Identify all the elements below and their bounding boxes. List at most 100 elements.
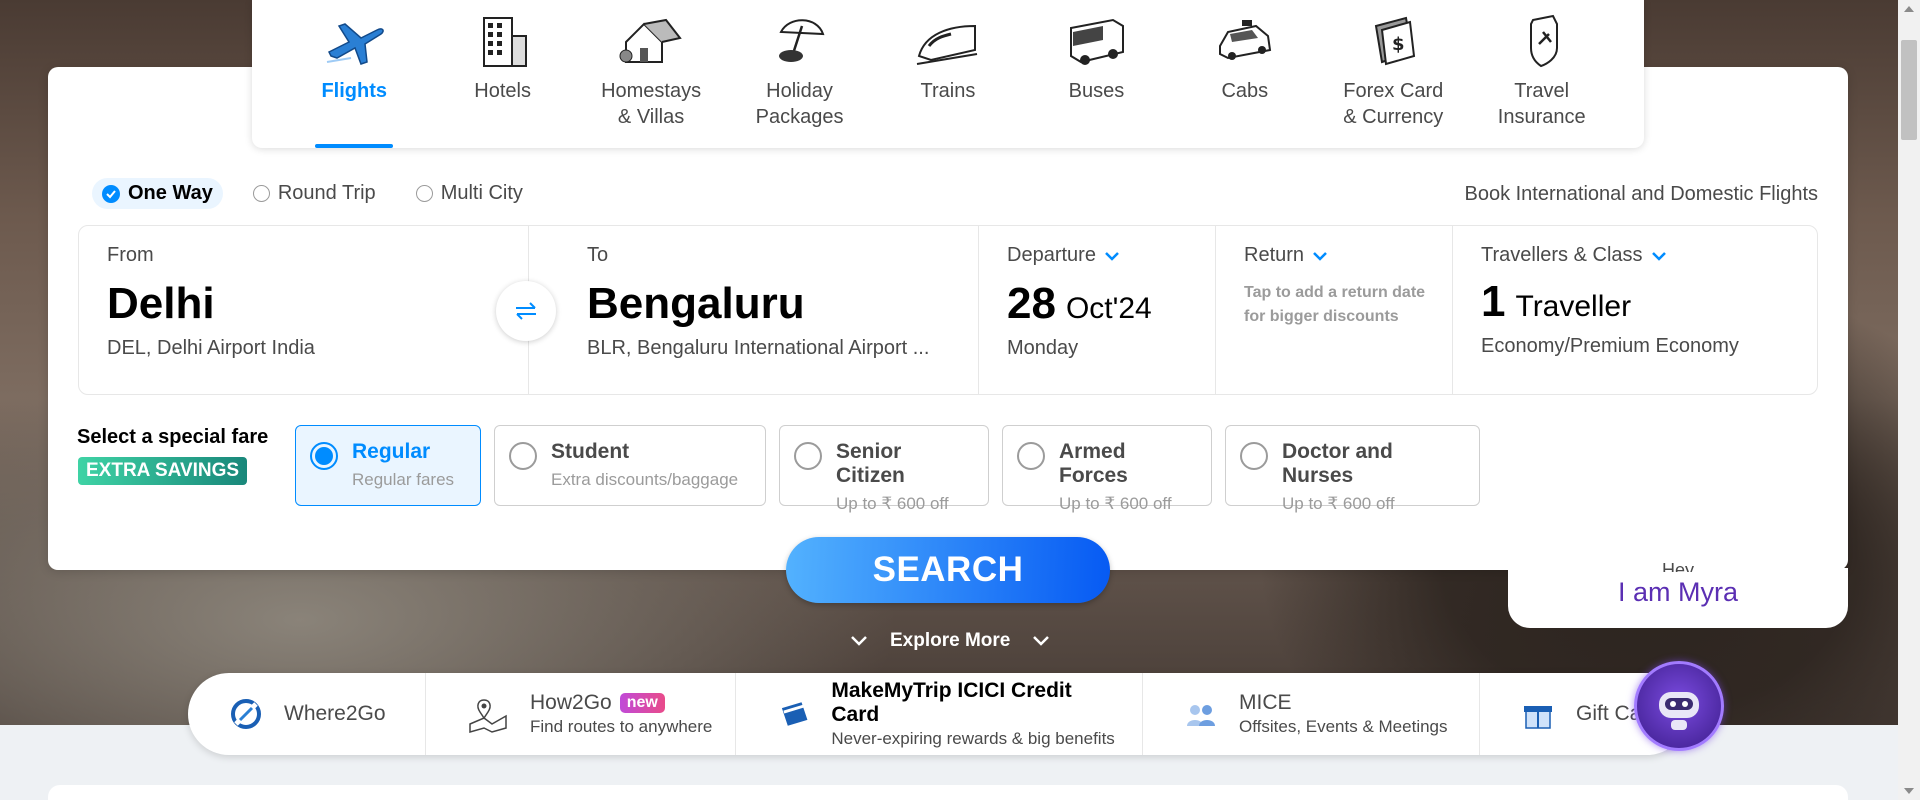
myra-bot-button[interactable] <box>1634 661 1724 751</box>
trip-type-selector: One Way Round Trip Multi City <box>92 178 533 209</box>
radio-icon <box>415 185 433 202</box>
quick-link-title: Where2Go <box>284 702 386 725</box>
new-badge: new <box>619 693 665 713</box>
mice-icon <box>1187 705 1215 726</box>
explore-more-button[interactable]: Explore More <box>850 630 1050 652</box>
credit-card-icon <box>781 702 808 726</box>
scroll-up-icon[interactable] <box>1904 6 1914 12</box>
radio-icon <box>1017 442 1045 470</box>
quick-link-title: MakeMyTrip ICICI Credit Card <box>831 679 1072 726</box>
airplane-icon <box>327 23 385 65</box>
hotel-icon <box>482 17 527 67</box>
departure-label: Departure <box>1007 244 1096 266</box>
gift-card-icon <box>1524 706 1552 729</box>
scroll-thumb[interactable] <box>1901 40 1917 140</box>
quick-link-title: How2Go <box>530 691 612 714</box>
chevron-down-icon <box>1105 251 1119 261</box>
quick-link-how2go[interactable]: How2Go new Find routes to anywhere <box>426 673 736 755</box>
from-field[interactable]: From Delhi DEL, Delhi Airport India <box>79 226 529 394</box>
fare-desc: Up to ₹ 600 off <box>1282 494 1395 513</box>
tab-forex[interactable]: $ Forex Card & Currency <box>1319 0 1467 148</box>
search-fields: From Delhi DEL, Delhi Airport India To B… <box>78 225 1818 395</box>
tab-label: Holiday Packages <box>755 80 844 128</box>
extra-savings-badge: EXTRA SAVINGS <box>78 457 248 485</box>
travellers-label: Travellers & Class <box>1481 244 1643 266</box>
myra-chat-bubble[interactable]: Hey I am Myra <box>1508 560 1848 628</box>
to-label: To <box>587 244 609 266</box>
multi-city-option[interactable]: Multi City <box>406 178 533 209</box>
beach-umbrella-icon <box>778 19 824 62</box>
return-field[interactable]: Return Tap to add a return date for bigg… <box>1216 226 1453 394</box>
departure-day: 28 <box>1007 279 1056 328</box>
tab-cabs[interactable]: Cabs <box>1171 0 1319 148</box>
travellers-field[interactable]: Travellers & Class 1 Traveller Economy/P… <box>1453 226 1817 394</box>
scroll-down-icon[interactable] <box>1904 788 1914 794</box>
tab-label: Homestays & Villas <box>601 80 702 128</box>
tab-label: Travel Insurance <box>1497 80 1586 128</box>
fare-regular[interactable]: Regular Regular fares <box>295 425 481 506</box>
explore-more-label: Explore More <box>890 630 1011 651</box>
quick-link-sub: Find routes to anywhere <box>530 717 713 736</box>
radio-icon <box>509 442 537 470</box>
page-scrollbar[interactable] <box>1898 0 1920 800</box>
tab-hotels[interactable]: Hotels <box>428 0 576 148</box>
to-field[interactable]: To Bengaluru BLR, Bengaluru Internationa… <box>529 226 979 394</box>
fare-student[interactable]: Student Extra discounts/baggage <box>494 425 766 506</box>
tab-label: Cabs <box>1221 80 1269 102</box>
fare-desc: Extra discounts/baggage <box>551 470 739 489</box>
check-icon <box>102 184 120 203</box>
lower-content-card <box>48 785 1848 800</box>
tab-buses[interactable]: Buses <box>1022 0 1170 148</box>
bus-icon <box>1070 18 1125 65</box>
radio-icon <box>794 442 822 470</box>
cab-icon <box>1218 20 1271 60</box>
fare-senior-citizen[interactable]: Senior Citizen Up to ₹ 600 off <box>779 425 989 513</box>
from-label: From <box>107 244 154 266</box>
tab-flights[interactable]: Flights <box>280 0 428 148</box>
round-trip-option[interactable]: Round Trip <box>243 178 386 209</box>
where2go-icon <box>231 699 261 729</box>
quick-links-bar: Where2Go How2Go new Find routes to anywh… <box>188 673 1688 755</box>
departure-month: Oct'24 <box>1065 292 1152 325</box>
tab-travel-insurance[interactable]: Travel Insurance <box>1468 0 1616 148</box>
category-nav: Flights Hotels Homestays & Villas Holida… <box>252 0 1644 148</box>
chevron-down-icon <box>1033 636 1050 646</box>
to-city: Bengaluru <box>587 279 805 328</box>
tab-trains[interactable]: Trains <box>874 0 1022 148</box>
quick-link-where2go[interactable]: Where2Go <box>188 673 426 755</box>
traveller-unit: Traveller <box>1515 290 1632 323</box>
from-city: Delhi <box>107 279 215 328</box>
myra-greeting: Hey <box>1661 560 1694 572</box>
tab-label: Flights <box>321 80 387 102</box>
search-button[interactable]: SEARCH <box>786 537 1110 603</box>
fare-name: Doctor and Nurses <box>1282 440 1393 487</box>
fare-armed-forces[interactable]: Armed Forces Up to ₹ 600 off <box>1002 425 1212 513</box>
fare-doctor-nurses[interactable]: Doctor and Nurses Up to ₹ 600 off <box>1225 425 1480 513</box>
fare-name: Senior Citizen <box>836 440 905 487</box>
quick-link-mice[interactable]: MICE Offsites, Events & Meetings <box>1143 673 1480 755</box>
quick-link-sub: Offsites, Events & Meetings <box>1239 717 1448 736</box>
return-label: Return <box>1244 244 1305 266</box>
fare-desc: Up to ₹ 600 off <box>836 494 949 513</box>
tab-homestays[interactable]: Homestays & Villas <box>577 0 725 148</box>
fare-desc: Up to ₹ 600 off <box>1059 494 1172 513</box>
chevron-down-icon <box>851 636 867 646</box>
quick-link-icici-card[interactable]: MakeMyTrip ICICI Credit Card Never-expir… <box>736 673 1143 755</box>
fare-name: Regular <box>352 440 431 463</box>
forex-card-icon: $ <box>1375 16 1416 66</box>
special-fare-options: Regular Regular fares Student Extra disc… <box>295 425 1480 513</box>
quick-link-title: MICE <box>1239 691 1292 714</box>
departure-field[interactable]: Departure 28 Oct'24 Monday <box>979 226 1216 394</box>
book-title: Book International and Domestic Flights <box>1464 183 1818 205</box>
one-way-option[interactable]: One Way <box>92 178 223 209</box>
tab-holiday-packages[interactable]: Holiday Packages <box>725 0 873 148</box>
to-airport: BLR, Bengaluru International Airport ... <box>587 337 930 359</box>
fare-name: Armed Forces <box>1059 440 1128 487</box>
one-way-label: One Way <box>128 182 213 204</box>
chevron-down-icon <box>1651 251 1666 261</box>
homestay-icon <box>619 18 682 63</box>
svg-text:$: $ <box>1392 34 1405 55</box>
myra-text: I am Myra <box>1617 577 1738 607</box>
round-trip-label: Round Trip <box>277 182 376 204</box>
swap-button[interactable] <box>496 281 556 341</box>
